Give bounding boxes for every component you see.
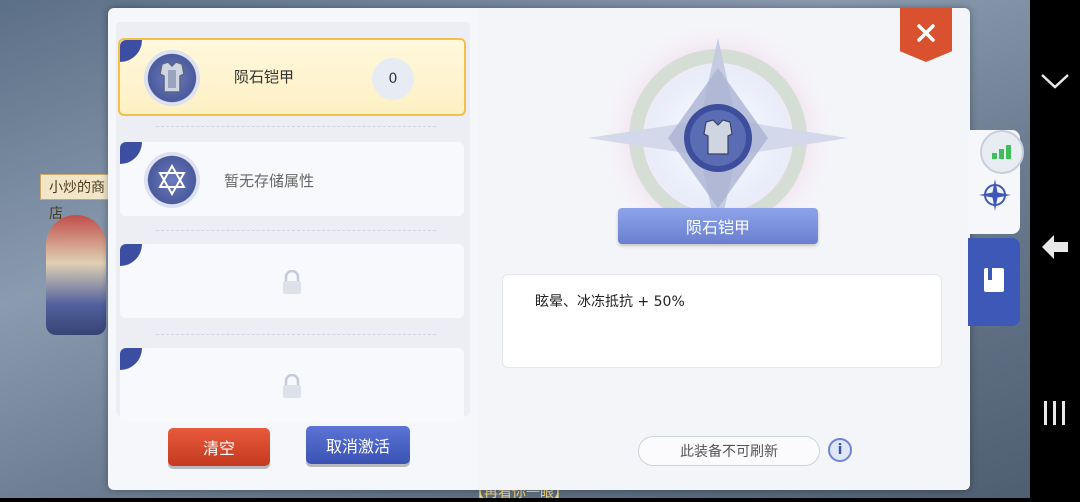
slot-item-active[interactable]: 陨石铠甲 0 (118, 38, 466, 116)
armor-icon (703, 119, 733, 155)
nav-recent-button[interactable] (1030, 398, 1080, 432)
nav-back-button[interactable] (1030, 232, 1080, 266)
slot-corner-badge (120, 244, 142, 266)
background-character (46, 215, 106, 335)
slot-divider (156, 334, 436, 335)
attribute-description-box: 眩晕、冰冻抵抗 + 50% (502, 274, 942, 368)
lock-icon (280, 373, 304, 400)
item-name-banner: 陨石铠甲 (618, 208, 818, 244)
slot-list: 陨石铠甲 0 暂无存储属性 (116, 22, 470, 422)
slot-corner-badge (120, 142, 142, 164)
attribute-text: 眩晕、冰冻抵抗 + 50% (535, 294, 685, 310)
cancel-activation-button[interactable]: 取消激活 (306, 426, 410, 464)
slot-item-locked[interactable] (120, 244, 464, 318)
close-icon (915, 22, 937, 48)
tab-book[interactable] (968, 238, 1020, 326)
slot-item-count: 0 (372, 58, 414, 100)
slot-divider (156, 126, 436, 127)
slot-empty-text: 暂无存储属性 (224, 172, 315, 190)
compass-icon (978, 178, 1012, 216)
attribute-storage-dialog: 陨石铠甲 0 暂无存储属性 清空 取消激活 陨石铠甲 眩晕、冰冻抵抗 + 50%… (108, 8, 970, 490)
detail-panel: 陨石铠甲 眩晕、冰冻抵抗 + 50% 此装备不可刷新 i (478, 8, 970, 490)
slot-corner-badge (120, 40, 142, 62)
nav-collapse-button[interactable] (1030, 66, 1080, 100)
refresh-status-label: 此装备不可刷新 (638, 436, 820, 466)
item-name: 陨石铠甲 (685, 218, 750, 237)
slot-item-locked[interactable] (120, 348, 464, 422)
slot-item-name: 陨石铠甲 (234, 68, 295, 86)
shop-sign: 小炒的商店 (40, 174, 112, 222)
close-button[interactable] (900, 8, 952, 62)
lock-icon (280, 269, 304, 296)
book-icon (980, 265, 1008, 299)
recent-apps-icon (1042, 399, 1068, 431)
slot-divider (156, 230, 436, 231)
clear-button[interactable]: 清空 (168, 428, 270, 466)
slot-corner-badge (120, 348, 142, 370)
info-button[interactable]: i (828, 438, 852, 462)
chevron-down-icon (1040, 72, 1070, 94)
tab-compass[interactable] (968, 130, 1024, 234)
slot-item-empty[interactable]: 暂无存储属性 (120, 142, 464, 216)
signal-badge (980, 130, 1024, 174)
back-icon (1040, 233, 1070, 265)
signal-icon (992, 145, 1011, 159)
armor-icon (144, 50, 200, 106)
side-tabs (968, 130, 1024, 326)
hexagram-icon (144, 152, 200, 208)
